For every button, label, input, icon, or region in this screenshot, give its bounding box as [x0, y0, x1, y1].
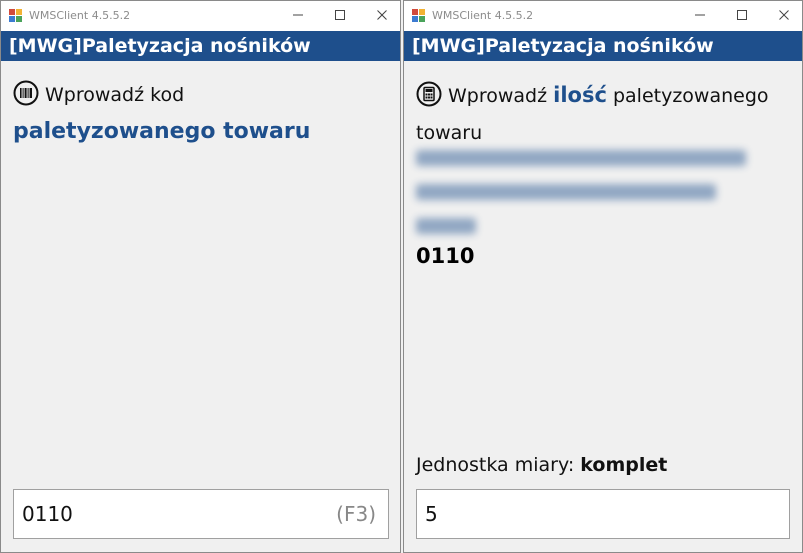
- minimize-icon[interactable]: [690, 6, 710, 24]
- prompt-text-post: paletyzowanego: [612, 85, 769, 107]
- minimize-icon[interactable]: [288, 6, 308, 24]
- window-right: WMSClient 4.5.5.2 [MWG]Paletyzacja nośni…: [403, 0, 803, 553]
- window-left: WMSClient 4.5.5.2 [MWG]Paletyzacja nośni…: [0, 0, 401, 553]
- window-title: WMSClient 4.5.5.2: [29, 9, 131, 22]
- unit-row: Jednostka miary: komplet: [416, 454, 667, 476]
- close-icon[interactable]: [372, 6, 392, 24]
- barcode-input[interactable]: 0110 (F3): [13, 489, 389, 539]
- quantity-input[interactable]: 5: [416, 489, 790, 539]
- input-value: 0110: [22, 502, 73, 526]
- unit-value: komplet: [580, 454, 668, 476]
- prompt-text-pre: Wprowadź: [448, 85, 548, 107]
- window-title: WMSClient 4.5.5.2: [432, 9, 534, 22]
- product-name-blurred: [416, 141, 776, 252]
- titlebar[interactable]: WMSClient 4.5.5.2: [404, 1, 802, 31]
- barcode-icon: [13, 80, 39, 116]
- prompt-text: Wprowadź kod: [45, 84, 185, 106]
- prompt: Wprowadź ilość paletyzowanego towaru: [416, 79, 790, 149]
- prompt: Wprowadź kod paletyzowanego towaru: [13, 79, 388, 148]
- calculator-icon: [416, 81, 442, 117]
- app-icon: [9, 9, 22, 22]
- unit-label: Jednostka miary:: [416, 454, 575, 476]
- prompt-highlight: ilość: [553, 83, 607, 107]
- close-icon[interactable]: [774, 6, 794, 24]
- maximize-icon[interactable]: [732, 6, 752, 24]
- screen-header: [MWG]Paletyzacja nośników: [1, 31, 400, 61]
- prompt-highlight: paletyzowanego towaru: [13, 119, 311, 144]
- input-value: 5: [425, 502, 438, 526]
- titlebar[interactable]: WMSClient 4.5.5.2: [1, 1, 400, 31]
- maximize-icon[interactable]: [330, 6, 350, 24]
- input-hint: (F3): [336, 502, 376, 526]
- screen-header: [MWG]Paletyzacja nośników: [404, 31, 802, 61]
- app-icon: [412, 9, 425, 22]
- product-code: 0110: [416, 244, 475, 268]
